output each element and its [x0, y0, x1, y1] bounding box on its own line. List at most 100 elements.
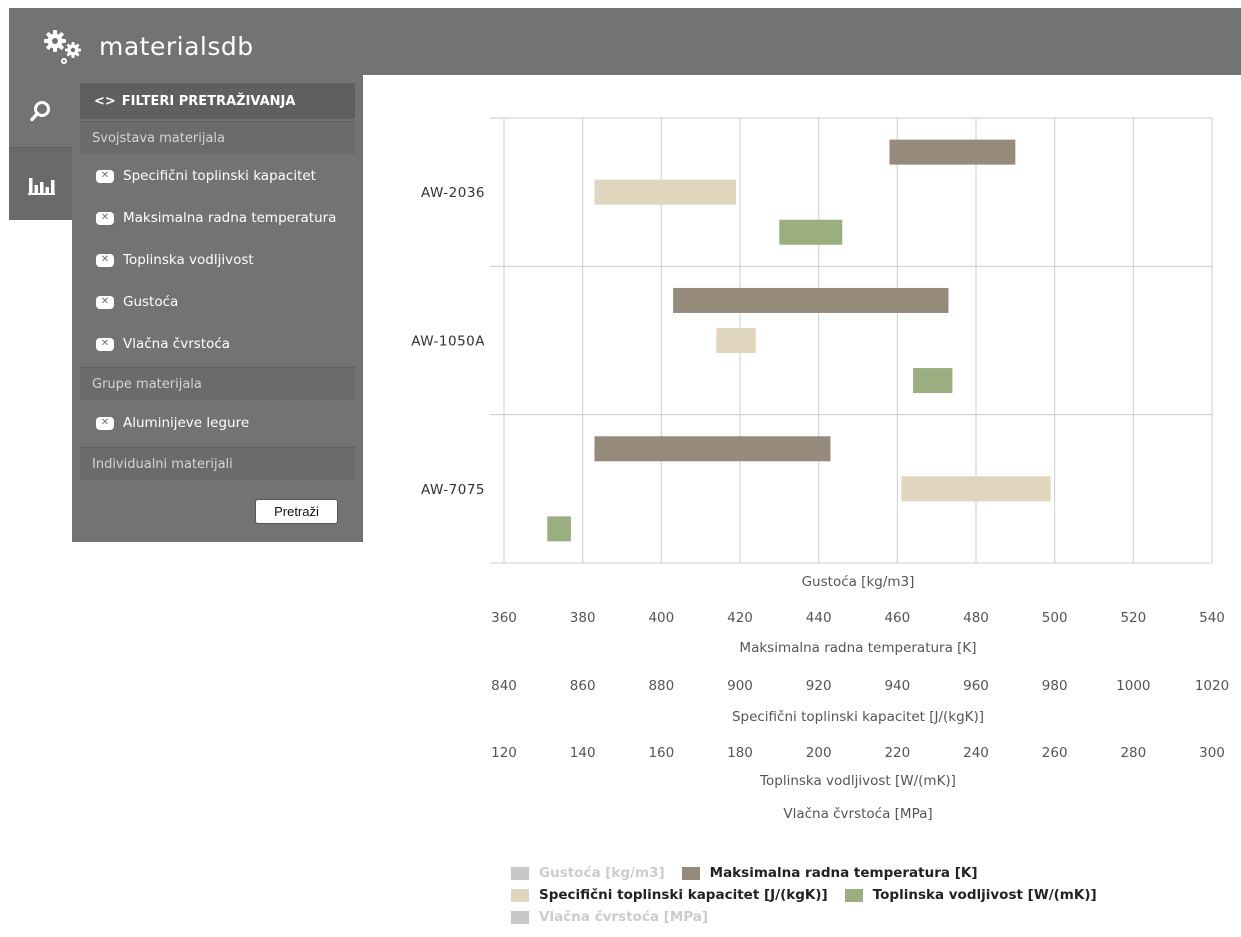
tick-label: 260: [1042, 745, 1068, 761]
legend-item-max-temperature[interactable]: Maksimalna radna temperatura [K]: [681, 865, 978, 881]
search-button[interactable]: Pretraži: [255, 499, 338, 524]
legend-swatch: [511, 888, 529, 902]
tick-label: 920: [806, 678, 832, 694]
tick-label: 240: [963, 745, 989, 761]
legend-item-tensile-strength[interactable]: Vlačna čvrstoća [MPa]: [511, 909, 708, 925]
legend-label: Gustoća [kg/m3]: [539, 865, 665, 881]
tick-label: 140: [570, 745, 596, 761]
filter-panel-header[interactable]: <> FILTERI PRETRAŽIVANJA: [80, 83, 355, 119]
axis-title: Maksimalna radna temperatura [K]: [739, 640, 976, 656]
filter-item-label: Vlačna čvrstoća: [123, 336, 231, 352]
filter-item-label: Aluminijeve legure: [123, 415, 250, 431]
axis-title: Toplinska vodljivost [W/(mK)]: [759, 773, 956, 789]
axis-title: Vlačna čvrstoća [MPa]: [783, 806, 932, 822]
range-bar[interactable]: [889, 139, 1016, 165]
legend-item-specific-heat[interactable]: Specifični toplinski kapacitet [J/(kgK)]: [511, 887, 828, 903]
filter-item-label: Maksimalna radna temperatura: [123, 210, 337, 226]
legend-label: Vlačna čvrstoća [MPa]: [539, 909, 709, 925]
legend-item-thermal-conductivity[interactable]: Toplinska vodljivost [W/(mK)]: [844, 887, 1097, 903]
tick-label: 440: [806, 610, 832, 626]
range-bar[interactable]: [673, 287, 949, 313]
rail-chart-button[interactable]: [9, 148, 72, 220]
filter-item-tensile-strength[interactable]: ✕ Vlačna čvrstoća: [80, 329, 355, 359]
tick-label: 880: [648, 678, 674, 694]
tick-label: 960: [963, 678, 989, 694]
tick-label: 980: [1042, 678, 1068, 694]
tick-label: 500: [1042, 610, 1068, 626]
filter-item-thermal-conductivity[interactable]: ✕ Toplinska vodljivost: [80, 245, 355, 275]
tick-label: 120: [491, 745, 517, 761]
tick-label: 540: [1199, 610, 1225, 626]
search-icon: [29, 101, 50, 122]
group-label: Grupe materijala: [92, 376, 202, 392]
group-header-individual-materials[interactable]: Individualni materijali: [80, 447, 355, 480]
tick-label: 360: [491, 610, 517, 626]
tick-label: 940: [884, 678, 910, 694]
legend-label: Toplinska vodljivost [W/(mK)]: [872, 887, 1097, 903]
tick-label: 520: [1120, 610, 1146, 626]
remove-icon[interactable]: ✕: [96, 253, 114, 267]
bar-chart-icon: [27, 178, 55, 195]
tick-label: 840: [491, 678, 517, 694]
top-bar: materialsdb: [9, 8, 1241, 75]
rail-search-button[interactable]: [9, 75, 72, 147]
tick-label: 160: [648, 745, 674, 761]
remove-icon[interactable]: ✕: [96, 169, 114, 183]
tick-label: 380: [570, 610, 596, 626]
tick-label: 280: [1120, 745, 1146, 761]
filter-item-density[interactable]: ✕ Gustoća: [80, 287, 355, 317]
remove-icon[interactable]: ✕: [96, 211, 114, 225]
legend-swatch: [681, 866, 700, 880]
range-bar[interactable]: [716, 328, 756, 353]
tick-label: 420: [727, 610, 753, 626]
legend-swatch: [511, 910, 529, 924]
category-label: AW-2036: [421, 185, 485, 201]
legend-label: Specifični toplinski kapacitet [J/(kgK)]: [539, 887, 828, 903]
legend-label: Maksimalna radna temperatura [K]: [709, 865, 978, 881]
remove-icon[interactable]: ✕: [96, 295, 114, 309]
filter-item-label: Specifični toplinski kapacitet: [123, 168, 316, 184]
chart-legend: Gustoća [kg/m3] Maksimalna radna tempera…: [511, 862, 1114, 928]
gears-icon: [44, 30, 81, 64]
legend-swatch: [844, 888, 863, 902]
group-label: Individualni materijali: [92, 456, 233, 472]
axis-title: Specifični toplinski kapacitet [J/(kgK)]: [732, 709, 984, 725]
tick-label: 860: [570, 678, 596, 694]
tick-label: 300: [1199, 745, 1225, 761]
range-bar[interactable]: [594, 436, 831, 462]
tick-label: 220: [884, 745, 910, 761]
range-bar[interactable]: [913, 368, 953, 394]
filter-item-aluminium-alloys[interactable]: ✕ Aluminijeve legure: [80, 408, 355, 438]
remove-icon[interactable]: ✕: [96, 337, 114, 351]
filter-item-label: Gustoća: [123, 294, 179, 310]
group-header-material-groups[interactable]: Grupe materijala: [80, 367, 355, 400]
range-bar[interactable]: [547, 516, 571, 542]
filter-item-max-temperature[interactable]: ✕ Maksimalna radna temperatura: [80, 203, 355, 233]
filter-item-specific-heat[interactable]: ✕ Specifični toplinski kapacitet: [80, 161, 355, 191]
range-bar[interactable]: [901, 476, 1051, 502]
legend-item-density[interactable]: Gustoća [kg/m3]: [511, 865, 665, 881]
range-bar[interactable]: [594, 179, 737, 205]
brand-name[interactable]: materialsdb: [99, 32, 254, 61]
group-label: Svojstava materijala: [92, 130, 225, 146]
tick-label: 200: [806, 745, 832, 761]
axis-title: Gustoća [kg/m3]: [802, 574, 915, 590]
group-header-properties[interactable]: Svojstava materijala: [80, 121, 355, 154]
category-label: AW-7075: [421, 482, 485, 498]
filter-panel-title: FILTERI PRETRAŽIVANJA: [121, 93, 296, 109]
filter-item-label: Toplinska vodljivost: [123, 252, 254, 268]
tick-label: 460: [884, 610, 910, 626]
tick-label: 400: [648, 610, 674, 626]
tick-label: 1000: [1116, 678, 1150, 694]
range-bar[interactable]: [779, 219, 843, 245]
tick-label: 180: [727, 745, 753, 761]
tick-label: 480: [963, 610, 989, 626]
category-label: AW-1050A: [411, 334, 485, 350]
code-arrows-icon: <>: [94, 93, 116, 109]
tick-label: 1020: [1195, 678, 1229, 694]
tick-label: 900: [727, 678, 753, 694]
range-bar-chart: AW-2036 AW-1050A AW-7075 Gustoća [kg/m3] Mak…: [411, 117, 1229, 822]
side-rail: [9, 75, 72, 220]
filter-panel: <> FILTERI PRETRAŽIVANJA Svojstava mater…: [72, 75, 363, 542]
remove-icon[interactable]: ✕: [96, 416, 114, 430]
